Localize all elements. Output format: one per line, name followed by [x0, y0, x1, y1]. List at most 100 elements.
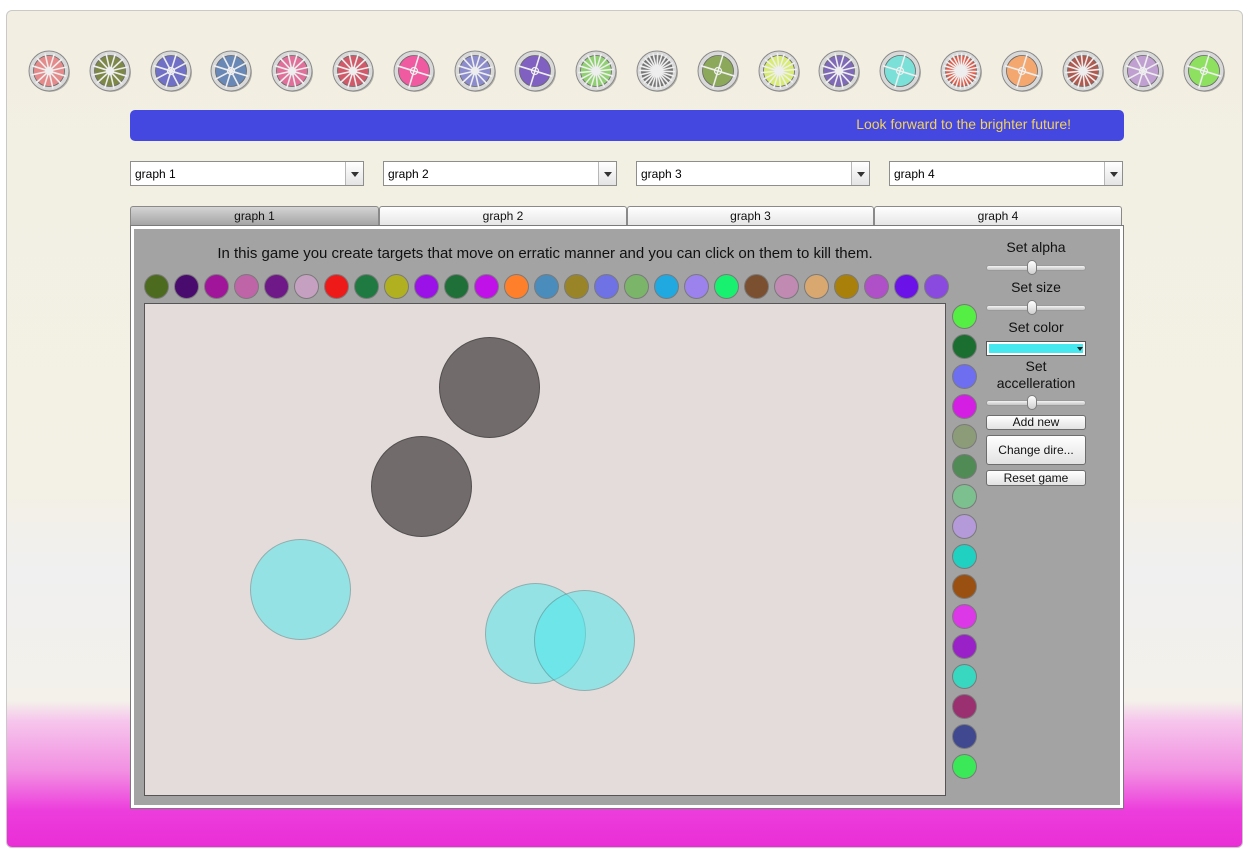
- graph-select-1-value: graph 1: [135, 167, 176, 181]
- palette-color-dot[interactable]: [804, 274, 829, 299]
- palette-color-dot[interactable]: [294, 274, 319, 299]
- palette-color-dot[interactable]: [774, 274, 799, 299]
- palette-color-dot[interactable]: [204, 274, 229, 299]
- wheel-icon[interactable]: [453, 49, 497, 93]
- wheel-icon[interactable]: [817, 49, 861, 93]
- wheel-icon[interactable]: [27, 49, 71, 93]
- palette-color-dot[interactable]: [684, 274, 709, 299]
- palette-color-dot[interactable]: [924, 274, 949, 299]
- side-palette-color-dot[interactable]: [952, 544, 977, 569]
- tab-graph-1[interactable]: graph 1: [130, 206, 379, 225]
- wheel-icon[interactable]: [1061, 49, 1105, 93]
- palette-color-dot[interactable]: [354, 274, 379, 299]
- tab-panel: In this game you create targets that mov…: [130, 225, 1124, 809]
- graph-select-4[interactable]: graph 4: [889, 161, 1123, 186]
- palette-color-dot[interactable]: [414, 274, 439, 299]
- tab-graph-3[interactable]: graph 3: [627, 206, 874, 225]
- target-circle[interactable]: [534, 590, 635, 691]
- play-area[interactable]: [144, 303, 946, 796]
- palette-color-dot[interactable]: [474, 274, 499, 299]
- palette-color-dot[interactable]: [564, 274, 589, 299]
- banner-text: Look forward to the brighter future!: [856, 116, 1071, 132]
- side-palette-color-dot[interactable]: [952, 424, 977, 449]
- change-direction-button[interactable]: Change dire...: [986, 435, 1086, 465]
- wheel-icon[interactable]: [149, 49, 193, 93]
- alpha-slider[interactable]: [986, 260, 1086, 275]
- wheel-icon[interactable]: [209, 49, 253, 93]
- wheel-icon[interactable]: [757, 49, 801, 93]
- alpha-label: Set alpha: [1006, 239, 1066, 255]
- banner: Look forward to the brighter future!: [130, 110, 1124, 141]
- side-palette-color-dot[interactable]: [952, 514, 977, 539]
- wheel-icon[interactable]: [88, 49, 132, 93]
- palette-color-dot[interactable]: [864, 274, 889, 299]
- wheel-icon[interactable]: [574, 49, 618, 93]
- palette-color-dot[interactable]: [234, 274, 259, 299]
- wheel-icon[interactable]: [635, 49, 679, 93]
- side-palette-color-dot[interactable]: [952, 394, 977, 419]
- side-palette-color-dot[interactable]: [952, 364, 977, 389]
- side-palette-color-dot[interactable]: [952, 484, 977, 509]
- acceleration-slider[interactable]: [986, 395, 1086, 410]
- chevron-down-icon[interactable]: [345, 162, 363, 185]
- palette-color-dot[interactable]: [594, 274, 619, 299]
- wheel-icon[interactable]: [1000, 49, 1044, 93]
- wheel-icon[interactable]: [392, 49, 436, 93]
- acceleration-slider-thumb[interactable]: [1026, 395, 1037, 410]
- wheel-icon[interactable]: [270, 49, 314, 93]
- graph-select-2[interactable]: graph 2: [383, 161, 617, 186]
- size-slider[interactable]: [986, 300, 1086, 315]
- alpha-slider-thumb[interactable]: [1026, 260, 1037, 275]
- graph-select-1[interactable]: graph 1: [130, 161, 364, 186]
- graph-select-2-value: graph 2: [388, 167, 429, 181]
- side-palette-color-dot[interactable]: [952, 664, 977, 689]
- palette-color-dot[interactable]: [714, 274, 739, 299]
- palette-color-dot[interactable]: [444, 274, 469, 299]
- wheel-icon[interactable]: [331, 49, 375, 93]
- target-circle[interactable]: [250, 539, 351, 640]
- palette-color-dot[interactable]: [534, 274, 559, 299]
- side-palette-color-dot[interactable]: [952, 754, 977, 779]
- tab-graph-4[interactable]: graph 4: [874, 206, 1122, 225]
- wheel-icon[interactable]: [1182, 49, 1226, 93]
- palette-color-dot[interactable]: [834, 274, 859, 299]
- graph-select-3-value: graph 3: [641, 167, 682, 181]
- add-new-button[interactable]: Add new: [986, 415, 1086, 430]
- target-circle[interactable]: [371, 436, 472, 537]
- side-palette-color-dot[interactable]: [952, 634, 977, 659]
- side-palette-color-dot[interactable]: [952, 304, 977, 329]
- size-slider-thumb[interactable]: [1026, 300, 1037, 315]
- chevron-down-icon[interactable]: [1104, 162, 1122, 185]
- target-circle[interactable]: [439, 337, 540, 438]
- side-palette-color-dot[interactable]: [952, 694, 977, 719]
- chevron-down-icon[interactable]: [598, 162, 616, 185]
- palette-color-dot[interactable]: [504, 274, 529, 299]
- side-palette-color-dot[interactable]: [952, 604, 977, 629]
- palette-color-dot[interactable]: [744, 274, 769, 299]
- palette-color-dot[interactable]: [624, 274, 649, 299]
- palette-color-dot[interactable]: [174, 274, 199, 299]
- palette-color-dot[interactable]: [654, 274, 679, 299]
- wheel-icon-row: [27, 49, 1237, 97]
- side-palette-color-dot[interactable]: [952, 454, 977, 479]
- wheel-icon[interactable]: [513, 49, 557, 93]
- wheel-icon[interactable]: [939, 49, 983, 93]
- palette-color-dot[interactable]: [144, 274, 169, 299]
- palette-color-dot[interactable]: [324, 274, 349, 299]
- graph-select-3[interactable]: graph 3: [636, 161, 870, 186]
- palette-color-dot[interactable]: [264, 274, 289, 299]
- palette-color-dot[interactable]: [384, 274, 409, 299]
- tab-graph-2[interactable]: graph 2: [379, 206, 627, 225]
- color-picker[interactable]: [986, 341, 1086, 356]
- wheel-icon[interactable]: [1121, 49, 1165, 93]
- color-label: Set color: [1008, 319, 1064, 335]
- palette-color-dot[interactable]: [894, 274, 919, 299]
- side-palette-color-dot[interactable]: [952, 334, 977, 359]
- accel-label-line-2: accelleration: [996, 375, 1076, 391]
- chevron-down-icon[interactable]: [851, 162, 869, 185]
- side-palette-color-dot[interactable]: [952, 724, 977, 749]
- side-palette-color-dot[interactable]: [952, 574, 977, 599]
- reset-game-button[interactable]: Reset game: [986, 470, 1086, 486]
- wheel-icon[interactable]: [696, 49, 740, 93]
- wheel-icon[interactable]: [878, 49, 922, 93]
